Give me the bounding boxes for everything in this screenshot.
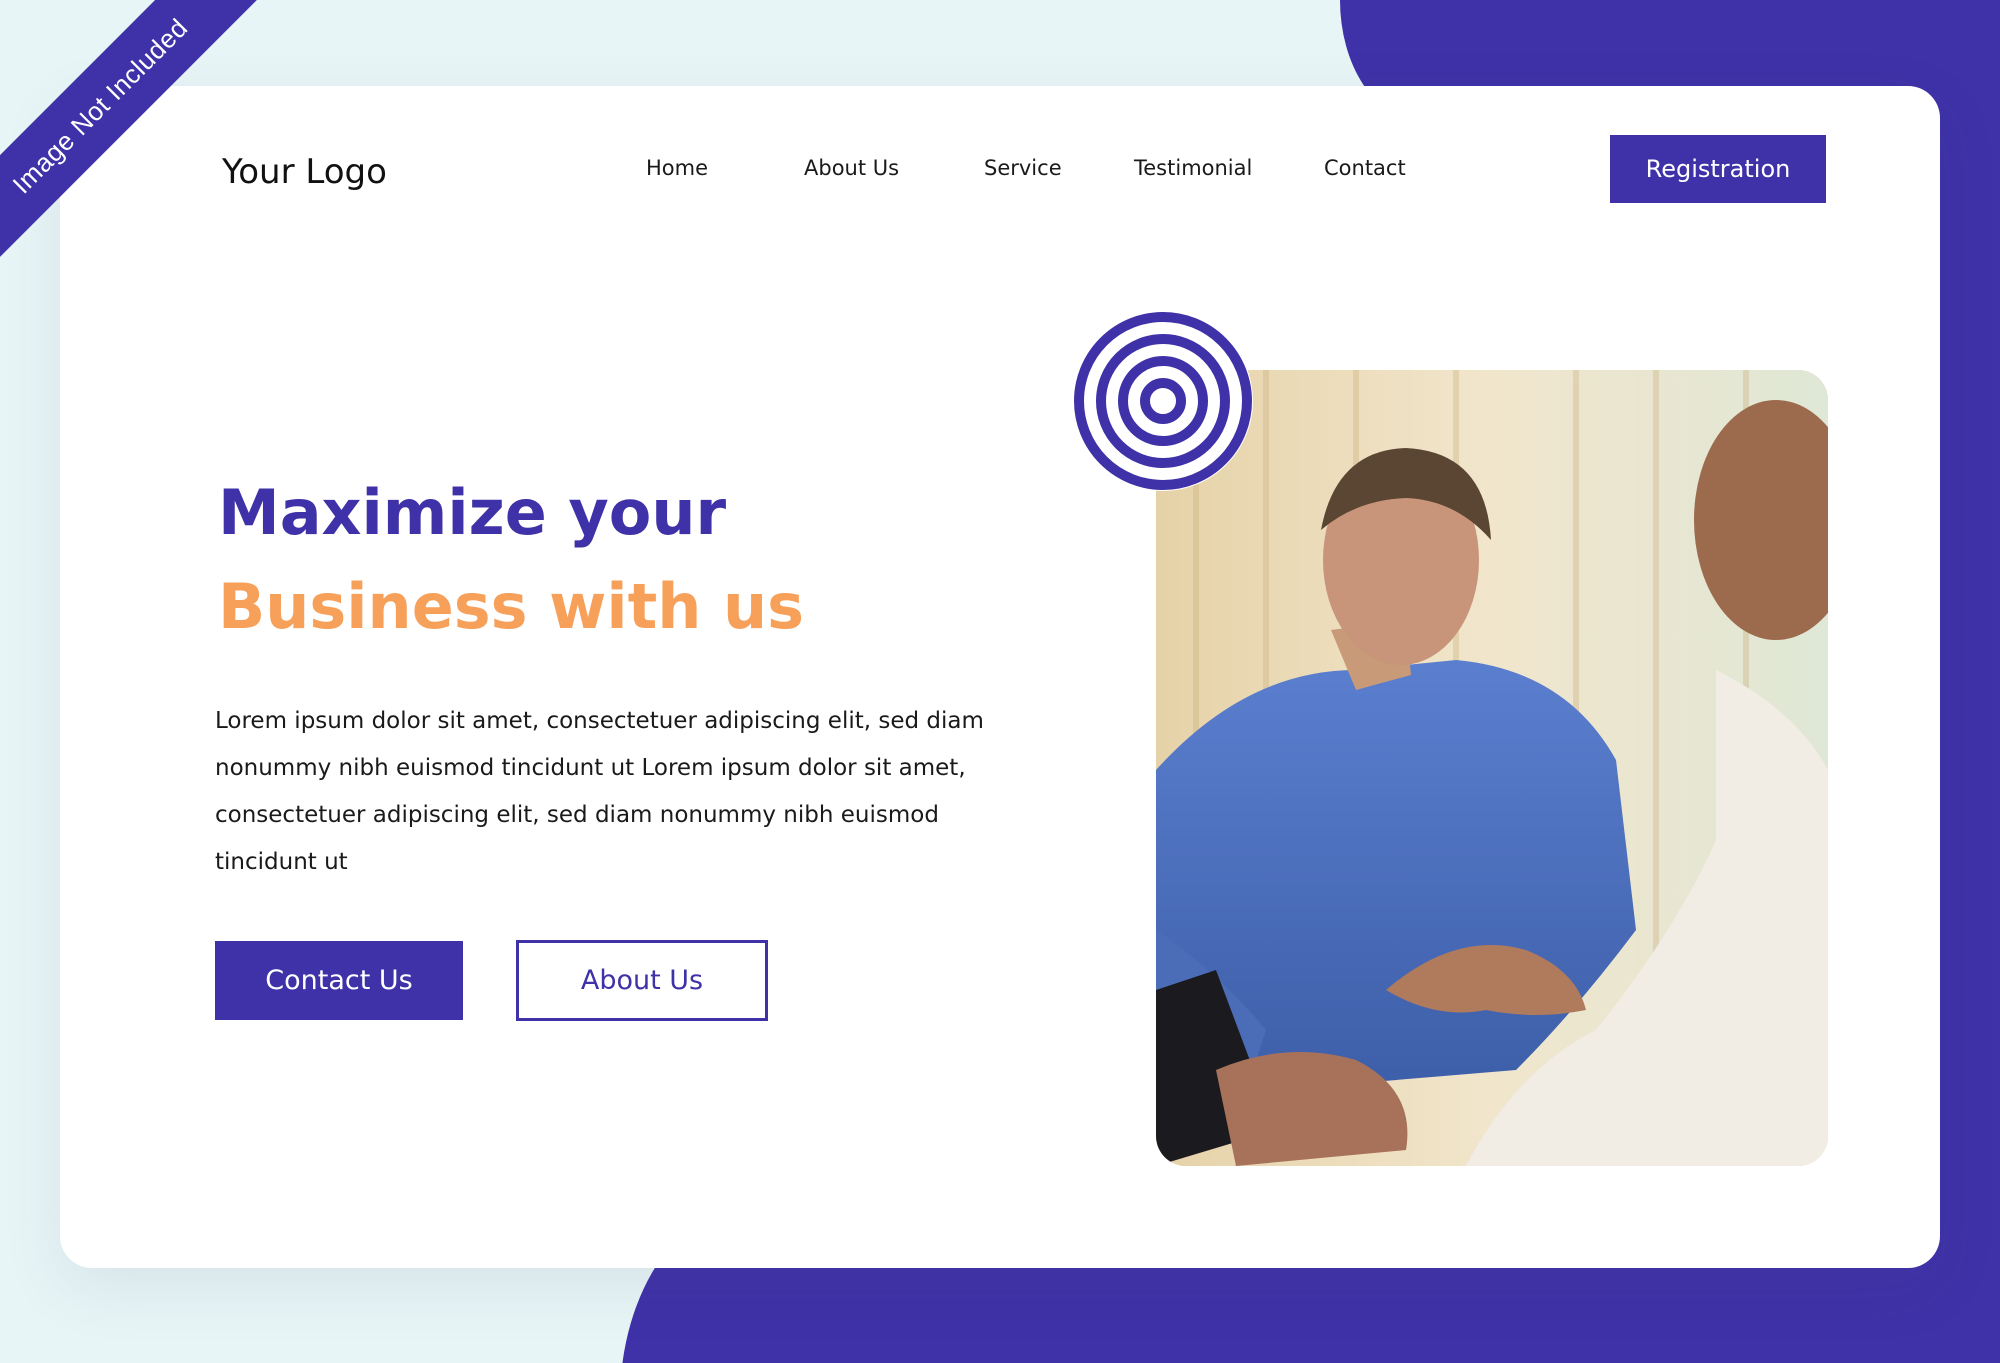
registration-button[interactable]: Registration [1610,135,1826,203]
hero-headline-line1: Maximize your [218,476,727,549]
landing-card: Your Logo Home About Us Service Testimon… [60,86,1940,1268]
nav-item-contact[interactable]: Contact [1324,156,1406,180]
nav-item-service[interactable]: Service [984,156,1062,180]
nav-item-home[interactable]: Home [646,156,708,180]
hero-headline-line2: Business with us [218,570,805,643]
concentric-rings-icon [1073,311,1253,491]
hero-body-text: Lorem ipsum dolor sit amet, consectetuer… [215,708,984,875]
contact-us-button[interactable]: Contact Us [215,941,463,1020]
about-us-button[interactable]: About Us [516,940,768,1021]
site-logo[interactable]: Your Logo [222,152,387,192]
nav-item-about-us[interactable]: About Us [804,156,899,180]
nav-item-testimonial[interactable]: Testimonial [1134,156,1252,180]
